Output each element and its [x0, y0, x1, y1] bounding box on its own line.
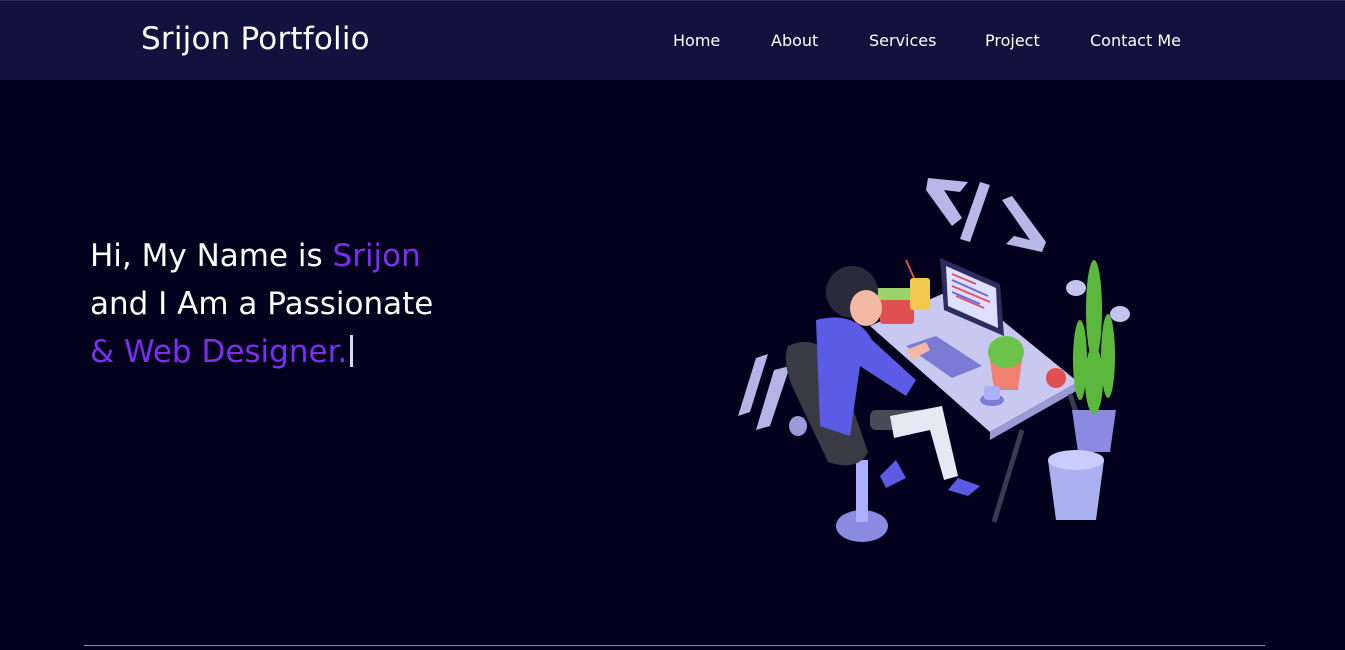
navbar: Srijon Portfolio Home About Services Pro…	[0, 0, 1345, 80]
hero-line-2: and I Am a Passionate	[90, 286, 434, 322]
nav-project[interactable]: Project	[985, 31, 1040, 50]
section-divider	[84, 645, 1265, 646]
nav-contact-me[interactable]: Contact Me	[1090, 31, 1181, 50]
developer-at-desk-illustration	[738, 178, 1130, 542]
nav-about[interactable]: About	[771, 31, 818, 50]
hero-greeting: Hi, My Name is	[90, 238, 333, 274]
hero-line-1: Hi, My Name is Srijon	[90, 232, 433, 280]
code-brackets-icon	[926, 178, 1046, 252]
hero-name: Srijon	[332, 238, 421, 274]
nav-services[interactable]: Services	[869, 31, 936, 50]
nav-home[interactable]: Home	[673, 31, 720, 50]
typing-cursor	[350, 335, 354, 367]
hero-heading: Hi, My Name is Srijon and I Am a Passion…	[90, 232, 433, 376]
nav-menu: Home About Services Project Contact Me	[0, 31, 1345, 55]
hero-line-3: & Web Designer.	[90, 328, 433, 376]
typed-text: & Web Designer.	[90, 334, 348, 370]
